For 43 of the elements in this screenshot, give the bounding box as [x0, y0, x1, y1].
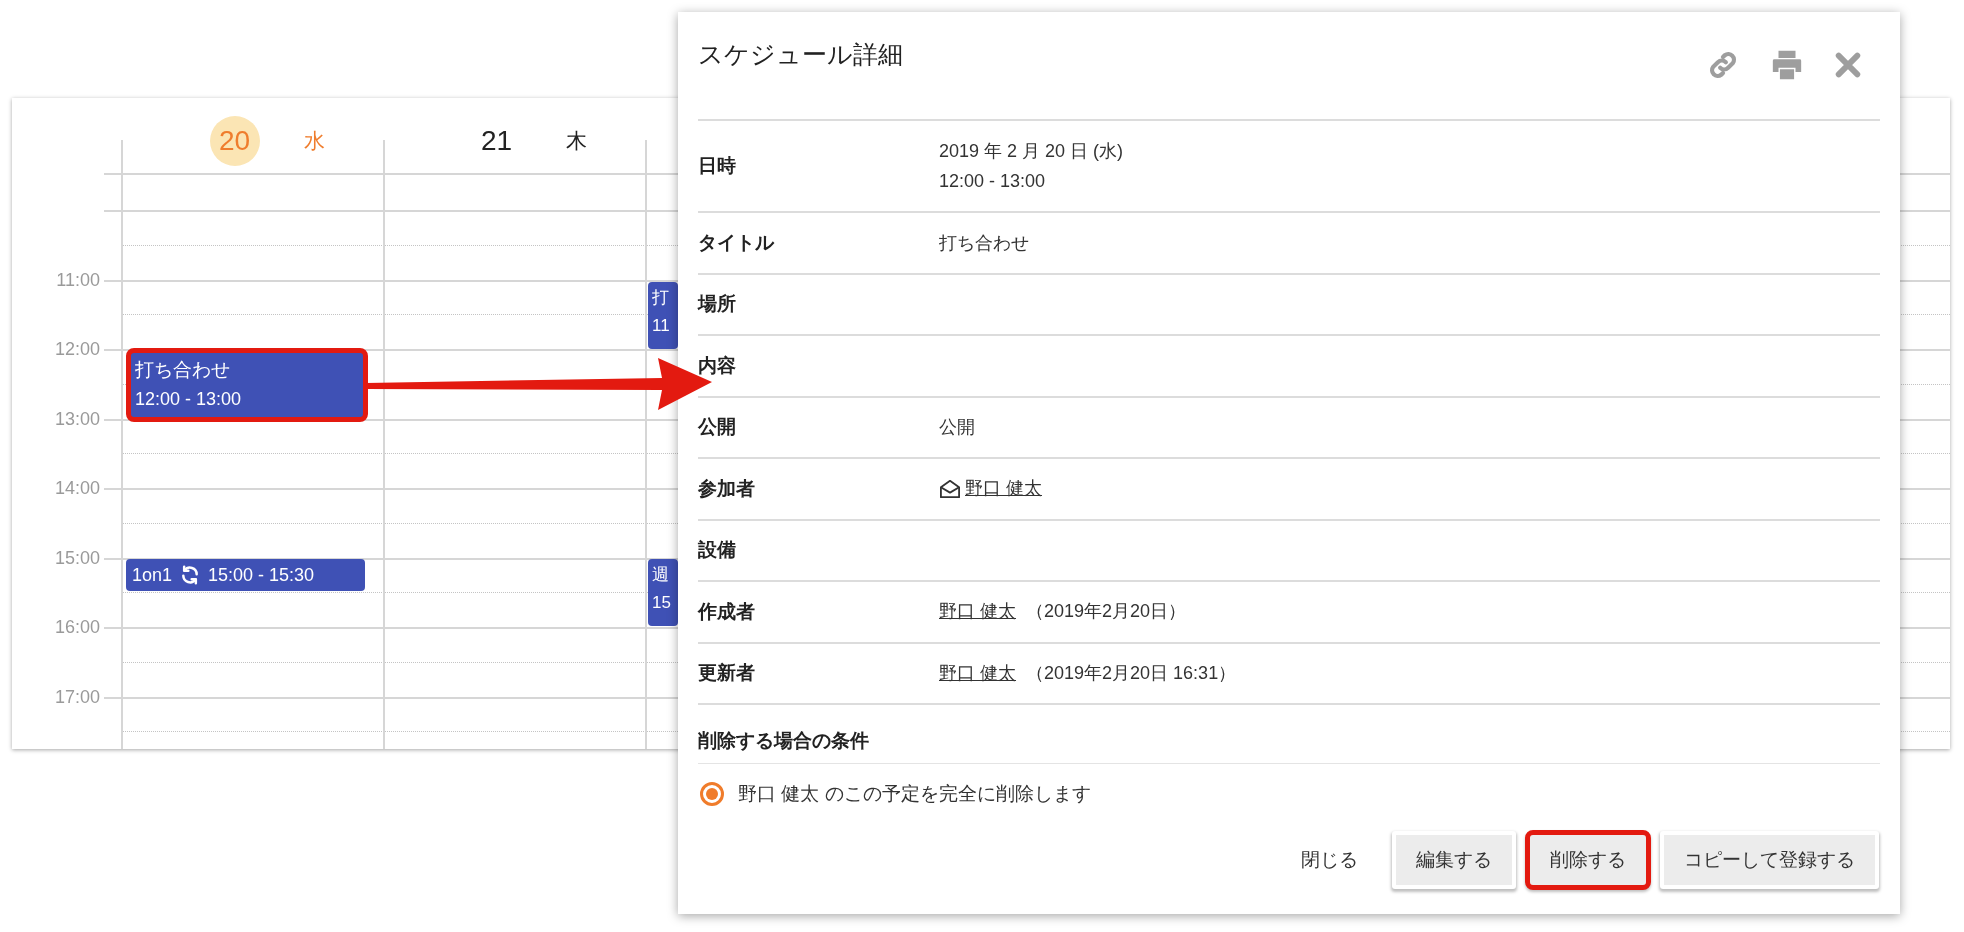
- user-link[interactable]: 野口 健太: [939, 598, 1016, 626]
- field-label: タイトル: [698, 230, 775, 255]
- day-number: 20: [209, 116, 260, 166]
- timestamp-note: （2019年2月20日 16:31）: [1026, 661, 1237, 685]
- day-number: 21: [479, 124, 514, 158]
- repeat-icon: [180, 565, 201, 585]
- user-link[interactable]: 野口 健太: [939, 659, 1016, 687]
- time-label: 17:00: [53, 685, 100, 709]
- event-block[interactable]: 打ち合わせ 12:00 - 13:00: [126, 348, 368, 422]
- time-label: 13:00: [53, 407, 100, 431]
- radio-label: 野口 健太 のこの予定を完全に削除します: [738, 781, 1091, 806]
- section-heading: 削除する場合の条件: [698, 728, 869, 753]
- user-link[interactable]: 野口 健太: [965, 475, 1042, 503]
- time-label: 15:00: [53, 546, 100, 570]
- close-button[interactable]: 閉じる: [1276, 830, 1383, 890]
- field-label: 内容: [698, 353, 737, 378]
- field-value: 12:00 - 13:00: [939, 170, 1047, 193]
- event-block[interactable]: 打 11: [648, 282, 678, 349]
- field-value: 公開: [939, 416, 975, 440]
- time-label: 11:00: [55, 268, 100, 292]
- timestamp-note: （2019年2月20日）: [1026, 600, 1187, 624]
- close-icon[interactable]: [1834, 51, 1862, 79]
- weekday-label: 木: [565, 128, 587, 154]
- field-value: 2019 年 2 月 20 日 (水): [939, 140, 1124, 163]
- field-label: 日時: [698, 153, 737, 178]
- time-label: 14:00: [53, 477, 100, 500]
- radio-button[interactable]: [700, 782, 724, 806]
- field-label: 更新者: [698, 661, 756, 685]
- time-label: 12:00: [53, 338, 100, 361]
- field-label: 作成者: [698, 599, 756, 624]
- field-label: 場所: [698, 292, 737, 316]
- field-value: 打ち合わせ: [939, 231, 1029, 255]
- dialog-title: スケジュール詳細: [698, 39, 903, 70]
- field-label: 参加者: [698, 476, 756, 501]
- action-button[interactable]: 削除する: [1525, 830, 1651, 890]
- event-block[interactable]: 1on1 15:00 - 15:30: [126, 559, 365, 591]
- field-label: 設備: [698, 538, 737, 562]
- time-label: 16:00: [53, 616, 100, 639]
- field-label: 公開: [698, 415, 737, 439]
- print-icon[interactable]: [1770, 48, 1804, 82]
- envelope-icon: [939, 478, 961, 499]
- event-block[interactable]: 週 15: [648, 559, 678, 626]
- weekday-label: 水: [303, 128, 325, 154]
